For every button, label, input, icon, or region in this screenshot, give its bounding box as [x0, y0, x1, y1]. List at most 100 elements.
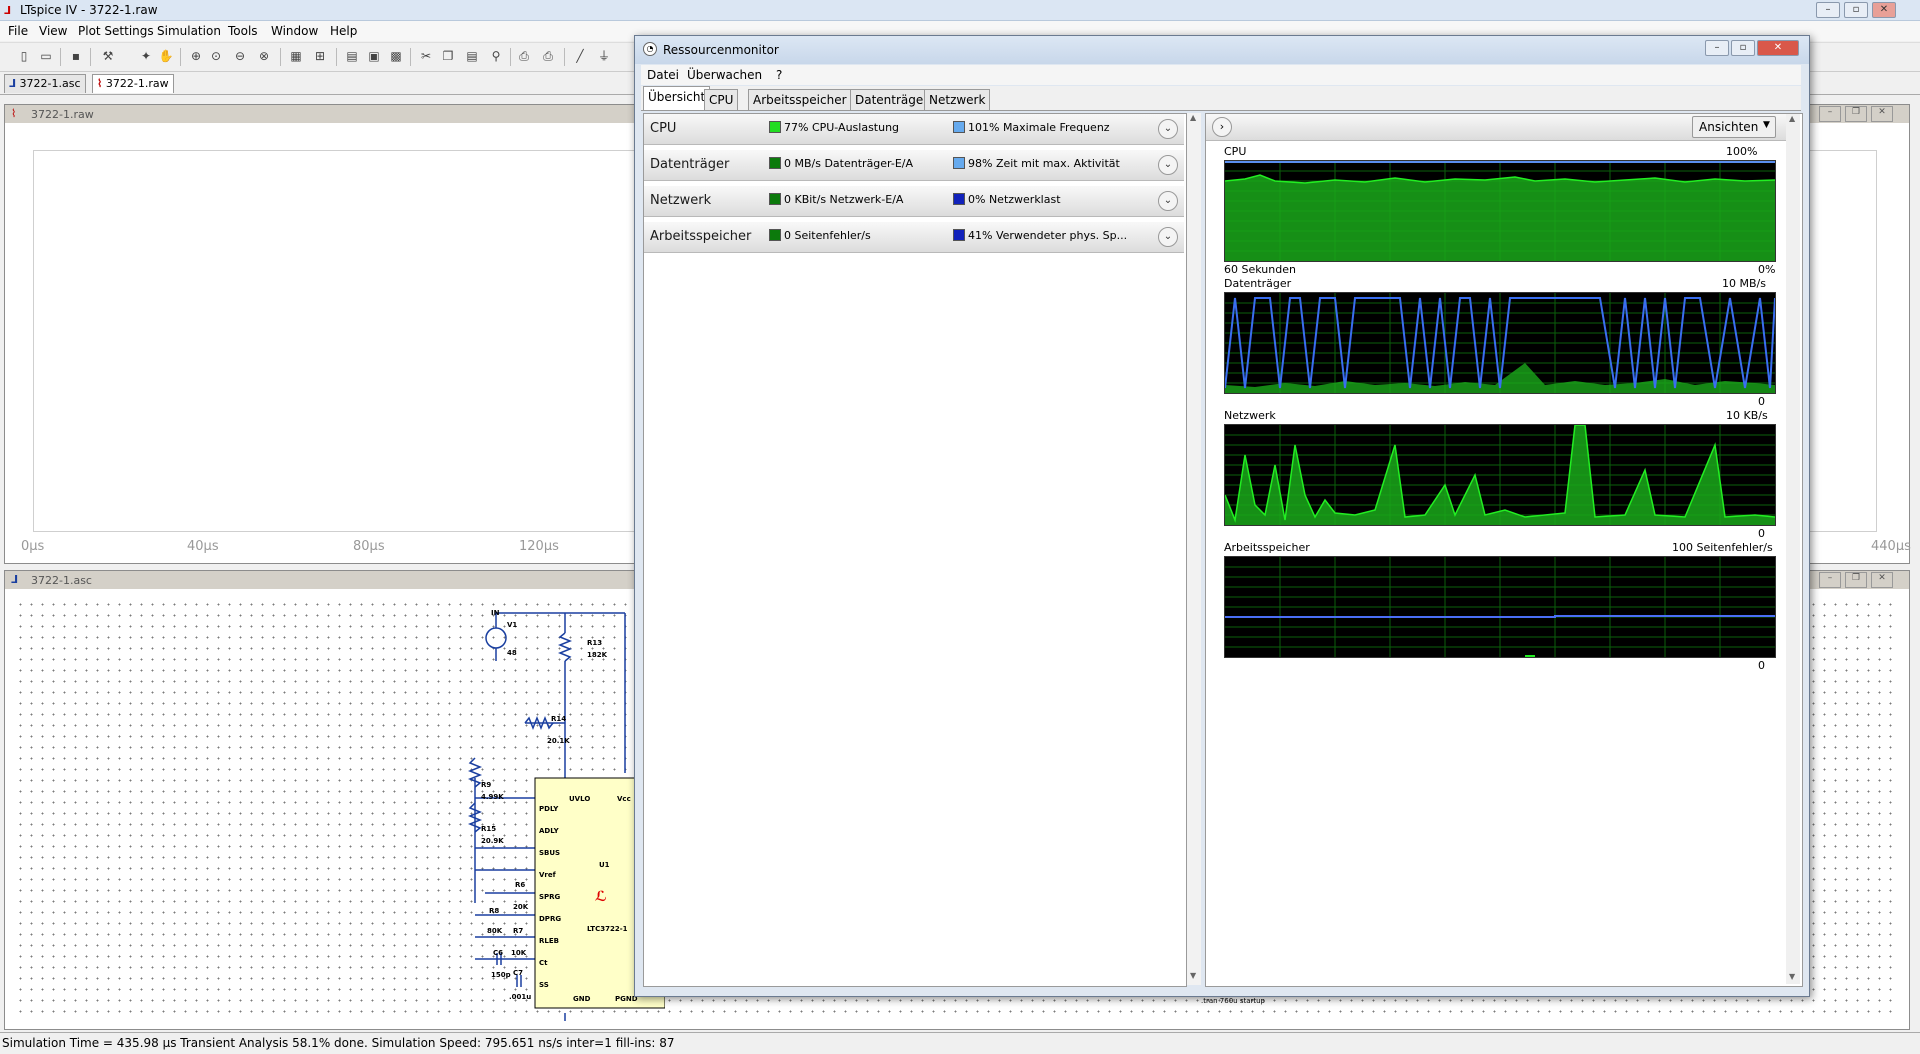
minimize-icon[interactable]: –: [1816, 2, 1840, 18]
v1-value[interactable]: 48: [507, 649, 517, 657]
print-icon[interactable]: ⎙: [540, 48, 556, 64]
zoom-in-icon[interactable]: ⊕: [188, 48, 204, 64]
cut-icon[interactable]: ✂: [418, 48, 434, 64]
close-icon[interactable]: ✕: [1757, 40, 1799, 56]
menu-help[interactable]: Help: [330, 24, 357, 38]
r8-label[interactable]: R8: [489, 907, 499, 915]
chevron-down-icon[interactable]: ⌄: [1158, 227, 1178, 247]
minimize-icon[interactable]: –: [1819, 106, 1841, 122]
menu-view[interactable]: View: [39, 24, 67, 38]
find-icon[interactable]: ⚲: [488, 48, 504, 64]
open-icon[interactable]: ▭: [38, 48, 54, 64]
legend-swatch: [769, 121, 781, 133]
scroll-down-icon[interactable]: ▼: [1190, 971, 1196, 980]
menu-simulation[interactable]: Simulation: [157, 24, 221, 38]
close-icon[interactable]: ✕: [1871, 106, 1893, 122]
menu-datei[interactable]: Datei: [647, 68, 679, 82]
zoom-out-icon[interactable]: ⊖: [232, 48, 248, 64]
menu-help[interactable]: ?: [776, 68, 782, 82]
tab-schematic[interactable]: ⅃ 3722-1.asc: [4, 74, 86, 93]
chevron-right-icon[interactable]: ›: [1212, 117, 1232, 137]
network-graph: [1224, 424, 1776, 526]
tab-datentraeger[interactable]: Datenträger: [850, 89, 934, 110]
r9-value[interactable]: 4.99K: [481, 793, 504, 801]
r15-value[interactable]: 20.9K: [481, 837, 504, 845]
tab-netzwerk[interactable]: Netzwerk: [924, 89, 991, 110]
section-datentraeger[interactable]: Datenträger 0 MB/s Datenträger-E/A 98% Z…: [644, 150, 1184, 181]
section-cpu[interactable]: CPU 77% CPU-Auslastung 101% Maximale Fre…: [644, 114, 1184, 145]
toolbar-separator: [564, 48, 565, 66]
mark-icon[interactable]: ⊞: [312, 48, 328, 64]
menu-ueberwachen[interactable]: Überwachen: [687, 68, 762, 82]
r6-label[interactable]: R6: [515, 881, 525, 889]
menu-file[interactable]: File: [8, 24, 28, 38]
tab-arbeitsspeicher[interactable]: Arbeitsspeicher: [748, 89, 852, 110]
ground-icon[interactable]: ⏚: [596, 48, 612, 64]
menu-plot-settings[interactable]: Plot Settings: [78, 24, 154, 38]
close-icon[interactable]: ✕: [1872, 2, 1896, 18]
copy-icon[interactable]: ❐: [440, 48, 456, 64]
scroll-up-icon[interactable]: ▲: [1789, 114, 1795, 123]
r13-label[interactable]: R13: [587, 639, 602, 647]
menu-window[interactable]: Window: [271, 24, 318, 38]
tab-uebersicht[interactable]: Übersicht: [643, 86, 711, 110]
rm-overview-panel: CPU 77% CPU-Auslastung 101% Maximale Fre…: [643, 113, 1187, 987]
restore-icon[interactable]: ❐: [1845, 572, 1867, 588]
tab-waveform[interactable]: ⌇ 3722-1.raw: [92, 74, 174, 93]
r7-value[interactable]: 10K: [511, 949, 526, 957]
v1-label[interactable]: V1: [507, 621, 517, 629]
c7-value[interactable]: .001u: [509, 993, 531, 1001]
right-panel-scrollbar[interactable]: ▲ ▼: [1786, 114, 1800, 984]
r15-label[interactable]: R15: [481, 825, 496, 833]
tile-horizontal-icon[interactable]: ▤: [344, 48, 360, 64]
zoom-pan-icon[interactable]: ⊙: [208, 48, 224, 64]
ansichten-button[interactable]: Ansichten ▼: [1692, 116, 1776, 138]
autorange-icon[interactable]: ▦: [288, 48, 304, 64]
r9-label[interactable]: R9: [481, 781, 491, 789]
print-preview-icon[interactable]: ⎙: [516, 48, 532, 64]
spice-directive[interactable]: .tran 760u startup: [1201, 997, 1265, 1005]
c7-label[interactable]: C7: [513, 969, 523, 977]
chevron-down-icon[interactable]: ⌄: [1158, 119, 1178, 139]
c6-value[interactable]: 150p: [491, 971, 511, 979]
hand-icon[interactable]: ✋: [158, 48, 174, 64]
save-icon[interactable]: ▪: [68, 48, 84, 64]
zoom-fit-icon[interactable]: ⊗: [256, 48, 272, 64]
r13-value[interactable]: 182K: [587, 651, 607, 659]
maximize-icon[interactable]: ▫: [1731, 40, 1755, 56]
net-label-in[interactable]: IN: [491, 609, 499, 617]
close-icon[interactable]: ✕: [1871, 572, 1893, 588]
c6-label[interactable]: C6: [493, 949, 503, 957]
minimize-icon[interactable]: –: [1705, 40, 1729, 56]
graph-min: 0: [1758, 527, 1765, 540]
u1-label[interactable]: U1: [599, 861, 610, 869]
r14-label[interactable]: R14: [551, 715, 566, 723]
section-arbeitsspeicher[interactable]: Arbeitsspeicher 0 Seitenfehler/s 41% Ver…: [644, 222, 1184, 253]
restore-icon[interactable]: ❐: [1845, 106, 1867, 122]
graph-panel-header: › Ansichten ▼: [1206, 114, 1800, 141]
new-schematic-icon[interactable]: ▯: [16, 48, 32, 64]
scroll-up-icon[interactable]: ▲: [1190, 113, 1196, 122]
r7-label[interactable]: R7: [513, 927, 523, 935]
r14-value[interactable]: 20.1K: [547, 737, 570, 745]
menu-tools[interactable]: Tools: [228, 24, 258, 38]
section-netzwerk[interactable]: Netzwerk 0 KBit/s Netzwerk-E/A 0% Netzwe…: [644, 186, 1184, 217]
control-panel-icon[interactable]: ⚒: [100, 48, 116, 64]
ansichten-label: Ansichten: [1699, 120, 1759, 134]
dropdown-arrow-icon: ▼: [1763, 120, 1770, 130]
cascade-icon[interactable]: ▣: [366, 48, 382, 64]
close-windows-icon[interactable]: ▩: [388, 48, 404, 64]
wire-icon[interactable]: ╱: [572, 48, 588, 64]
paste-icon[interactable]: ▤: [464, 48, 480, 64]
tab-cpu[interactable]: CPU: [704, 89, 739, 110]
r8-value[interactable]: 80K: [487, 927, 502, 935]
chevron-down-icon[interactable]: ⌄: [1158, 155, 1178, 175]
scroll-down-icon[interactable]: ▼: [1789, 972, 1795, 981]
left-panel-scrollbar[interactable]: ▲ ▼: [1187, 113, 1201, 985]
minimize-icon[interactable]: –: [1819, 572, 1841, 588]
waveform-icon: ⌇: [11, 107, 17, 120]
run-icon[interactable]: ✦: [138, 48, 154, 64]
maximize-icon[interactable]: ▫: [1844, 2, 1868, 18]
chevron-down-icon[interactable]: ⌄: [1158, 191, 1178, 211]
r6-value[interactable]: 20K: [513, 903, 528, 911]
